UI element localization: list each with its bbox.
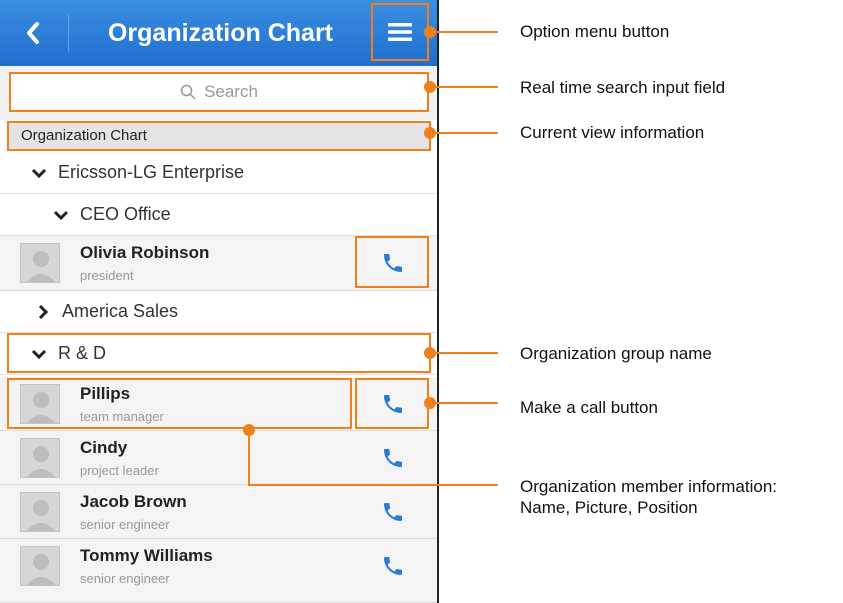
member-row[interactable]: Tommy Williams senior engineer <box>0 539 437 603</box>
group-label: Ericsson-LG Enterprise <box>58 162 245 182</box>
member-name: Cindy <box>80 438 128 457</box>
header-divider <box>68 14 69 52</box>
search-placeholder: Search <box>204 82 258 101</box>
page-title: Organization Chart <box>107 19 333 47</box>
highlight-member-info <box>7 378 352 429</box>
member-position: president <box>80 268 134 283</box>
chevron-right-icon <box>34 304 52 320</box>
call-button[interactable] <box>378 443 408 473</box>
annotation-current-view: Current view information <box>520 123 705 142</box>
member-name: Tommy Williams <box>80 546 213 565</box>
search-icon <box>180 84 196 100</box>
member-row[interactable]: Jacob Brown senior engineer <box>0 485 437 539</box>
callout-line <box>248 484 498 486</box>
group-ceo-office[interactable]: CEO Office <box>0 194 437 236</box>
highlight-call-button <box>355 378 429 429</box>
annotation-member-info-line1: Organization member information: <box>520 477 778 496</box>
member-position: project leader <box>80 463 159 478</box>
app-header: Organization Chart <box>0 0 437 66</box>
hamburger-menu-icon <box>388 23 412 41</box>
annotation-call-button: Make a call button <box>520 398 658 417</box>
annotation-member-info: Organization member information: Name, P… <box>520 476 777 518</box>
phone-screen: Organization Chart Search Organization C… <box>0 0 439 603</box>
option-menu-button[interactable] <box>371 3 429 61</box>
annotation-group-name: Organization group name <box>520 344 712 363</box>
phone-icon <box>384 557 402 575</box>
avatar <box>20 546 60 586</box>
group-america-sales[interactable]: America Sales <box>0 291 437 333</box>
highlight-call-olivia <box>355 236 429 288</box>
member-position: senior engineer <box>80 571 170 586</box>
call-button[interactable] <box>378 551 408 581</box>
callout-line <box>430 31 498 33</box>
member-name: Jacob Brown <box>80 492 187 511</box>
avatar <box>20 492 60 532</box>
group-label: America Sales <box>62 301 179 321</box>
current-view-breadcrumb: Organization Chart <box>7 121 431 151</box>
callout-line <box>430 352 498 354</box>
search-input[interactable]: Search <box>9 72 429 112</box>
phone-icon <box>384 503 402 521</box>
call-button[interactable] <box>378 497 408 527</box>
chevron-down-icon <box>52 209 70 221</box>
chevron-left-icon <box>27 22 39 44</box>
callout-line <box>430 86 498 88</box>
highlight-group-name <box>7 333 431 373</box>
chevron-down-icon <box>30 167 48 179</box>
member-position: senior engineer <box>80 517 170 532</box>
avatar <box>20 243 60 283</box>
avatar <box>20 438 60 478</box>
callout-line <box>430 132 498 134</box>
annotation-search-field: Real time search input field <box>520 78 726 97</box>
phone-icon <box>384 449 402 467</box>
group-ericsson-lg-enterprise[interactable]: Ericsson-LG Enterprise <box>0 152 437 194</box>
back-button[interactable] <box>0 0 66 66</box>
search-bar: Search <box>0 66 437 120</box>
annotation-option-menu: Option menu button <box>520 22 670 41</box>
group-label: CEO Office <box>80 204 171 224</box>
member-name: Olivia Robinson <box>80 243 210 262</box>
member-row[interactable]: Cindy project leader <box>0 431 437 485</box>
annotation-member-info-line2: Name, Picture, Position <box>520 498 698 517</box>
callout-line <box>430 402 498 404</box>
callout-line <box>248 430 250 485</box>
